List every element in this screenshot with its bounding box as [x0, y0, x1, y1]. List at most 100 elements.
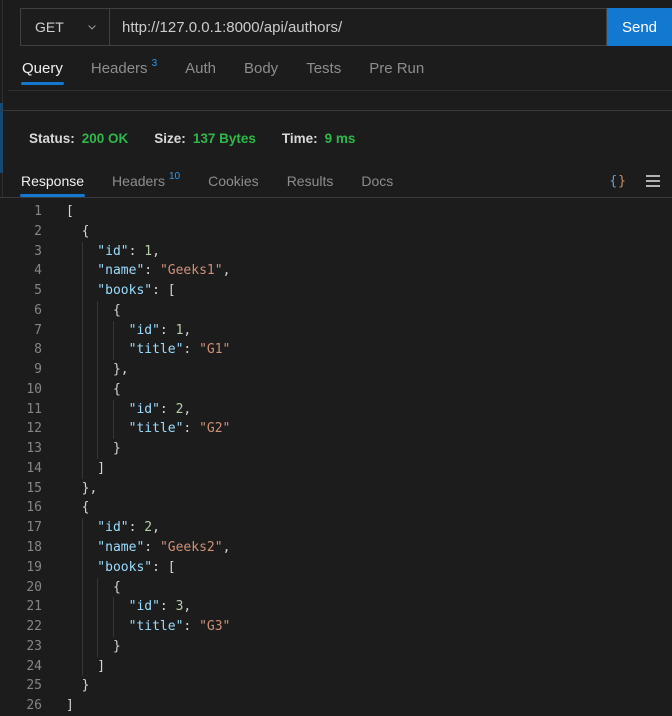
code-token: : — [159, 599, 176, 615]
code-text: { — [42, 300, 672, 321]
code-token: } — [66, 638, 121, 654]
tab-docs[interactable]: Docs — [347, 165, 407, 197]
tab-label: Pre Run — [369, 60, 425, 77]
response-body-editor[interactable]: 1[2 {3 "id": 1, 4 "name": "Geeks1", 5 "boo… — [0, 198, 672, 716]
code-token: }, — [66, 480, 98, 496]
status-label: Size: — [154, 130, 186, 146]
code-token: : — [159, 322, 176, 338]
code-line: 26] — [0, 696, 672, 716]
code-line: 24 ] — [0, 656, 672, 677]
indent-guide — [81, 340, 83, 361]
line-number: 20 — [26, 579, 42, 595]
code-token: "G1" — [199, 342, 231, 358]
code-text: }, — [42, 479, 672, 499]
code-line: 15 }, — [0, 479, 672, 499]
line-number: 10 — [26, 381, 42, 397]
code-line: 2 { — [0, 222, 672, 242]
line-number: 3 — [34, 243, 42, 259]
indent-guide — [81, 577, 83, 598]
tab-tests[interactable]: Tests — [292, 52, 355, 85]
code-token: , — [152, 243, 160, 259]
code-token: : [ — [152, 283, 176, 299]
line-number: 22 — [26, 619, 42, 635]
tab-cookies[interactable]: Cookies — [194, 165, 273, 197]
indent-guide — [97, 300, 99, 321]
code-token: "G3" — [199, 619, 231, 635]
code-token: "G2" — [199, 421, 231, 437]
indent-guide — [97, 320, 99, 341]
indent-guide — [97, 617, 99, 637]
code-line: 7 "id": 1, — [0, 320, 672, 341]
line-number: 1 — [34, 204, 42, 219]
tab-label: Response — [21, 173, 85, 189]
code-token: "title" — [66, 619, 184, 635]
code-text: "books": [ — [42, 557, 672, 578]
tab-query[interactable]: Query — [8, 52, 77, 85]
code-token: } — [66, 678, 90, 694]
status-item-status: Status: 200 OK — [29, 131, 128, 146]
tab-headers[interactable]: Headers 3 — [77, 52, 171, 85]
code-line: 3 "id": 1, — [0, 241, 672, 262]
indent-guide — [112, 320, 114, 341]
indent-guide — [97, 636, 99, 657]
tab-headers[interactable]: Headers 10 — [98, 165, 194, 197]
code-token: , — [183, 599, 192, 615]
code-token: "id" — [66, 520, 129, 536]
tab-label: Cookies — [208, 173, 259, 189]
code-token: "Geeks1" — [159, 263, 223, 279]
code-text: } — [42, 439, 672, 459]
send-button[interactable]: Send — [607, 8, 672, 46]
code-line: 16 { — [0, 498, 672, 518]
url-input[interactable] — [110, 8, 607, 46]
code-text: "books": [ — [42, 281, 672, 301]
code-token: : — [128, 520, 145, 536]
code-text: { — [42, 222, 672, 242]
status-value: 9 ms — [324, 130, 356, 146]
code-token: ] — [66, 460, 106, 476]
status-label: Status: — [29, 130, 75, 146]
code-text: { — [42, 379, 672, 400]
tab-results[interactable]: Results — [273, 165, 348, 197]
menu-icon[interactable] — [646, 175, 660, 187]
indent-guide — [97, 597, 99, 618]
tab-auth[interactable]: Auth — [171, 52, 230, 85]
format-json-icon[interactable]: {} — [609, 174, 627, 189]
status-item-time: Time: 9 ms — [282, 131, 356, 146]
tab-count-badge: 3 — [151, 58, 158, 69]
tab-response[interactable]: Response — [7, 165, 98, 197]
code-line: 21 "id": 3, — [0, 597, 672, 618]
line-number: 11 — [26, 401, 42, 417]
line-number: 5 — [34, 283, 42, 299]
code-line: 20 { — [0, 577, 672, 598]
code-token: "name" — [66, 540, 145, 556]
code-text: ] — [42, 696, 672, 716]
indent-guide — [112, 340, 114, 361]
code-text: ] — [42, 458, 672, 479]
method-select[interactable]: GET — [20, 8, 110, 46]
line-number: 4 — [34, 263, 42, 279]
code-token: : — [128, 243, 145, 259]
code-token: : — [144, 540, 160, 556]
code-token: : — [183, 421, 200, 437]
code-text: { — [42, 577, 672, 598]
code-text: "id": 3, — [42, 597, 672, 618]
code-token: "books" — [66, 283, 153, 299]
code-line: 12 "title": "G2" — [0, 419, 672, 440]
method-label: GET — [35, 19, 64, 35]
tab-body[interactable]: Body — [230, 52, 292, 85]
line-number: 14 — [26, 460, 42, 476]
code-token: : — [183, 342, 200, 358]
code-token: : — [183, 619, 200, 635]
code-line: 6 { — [0, 300, 672, 321]
divider — [8, 90, 672, 91]
code-line: 25 } — [0, 676, 672, 696]
tab-label: Tests — [306, 60, 342, 77]
indent-guide — [81, 538, 83, 558]
code-text: "name": "Geeks1", — [42, 261, 672, 282]
line-number: 23 — [26, 638, 42, 654]
indent-guide — [97, 419, 99, 440]
code-token: ] — [66, 658, 106, 674]
code-text: }, — [42, 360, 672, 380]
tab-pre-run[interactable]: Pre Run — [355, 52, 438, 85]
indent-guide — [81, 617, 83, 637]
